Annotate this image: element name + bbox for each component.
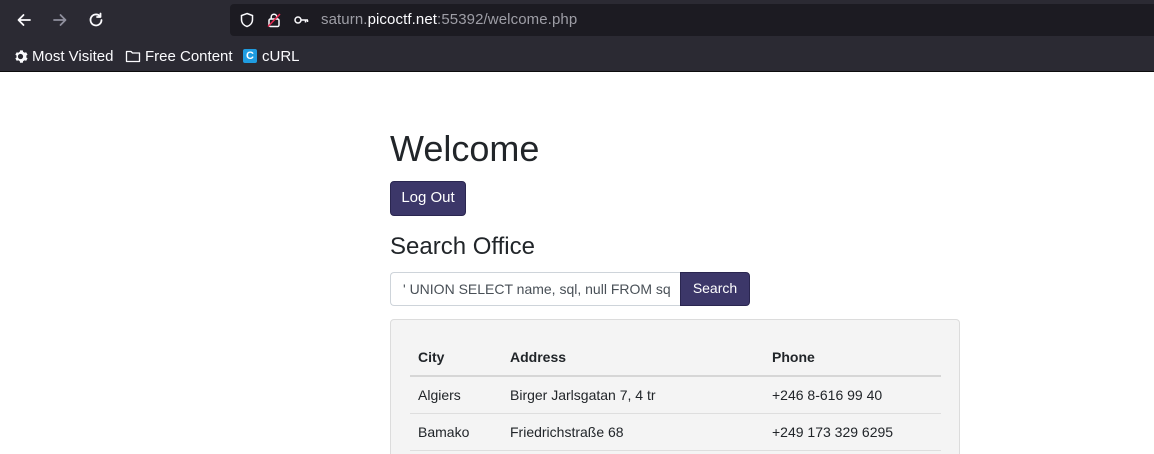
curl-badge: C <box>243 49 257 63</box>
bookmark-free-content[interactable]: Free Content <box>125 47 233 65</box>
shield-icon[interactable] <box>239 12 255 28</box>
key-icon[interactable] <box>293 12 309 28</box>
address-bar[interactable]: saturn.picoctf.net:55392/welcome.php <box>230 4 1154 36</box>
browser-toolbar: saturn.picoctf.net:55392/welcome.php <box>0 0 1154 40</box>
cell-city: Bamako <box>410 413 502 451</box>
gear-icon <box>12 48 28 64</box>
curl-icon: C <box>242 48 258 64</box>
search-input[interactable]: ' UNION SELECT name, sql, null FROM sq <box>390 272 681 306</box>
bookmark-label: Most Visited <box>32 47 114 65</box>
back-arrow-icon[interactable] <box>12 8 36 32</box>
table-header-row: City Address Phone <box>410 338 941 377</box>
column-header-address: Address <box>502 338 764 377</box>
folder-icon <box>125 48 141 64</box>
search-heading: Search Office <box>390 233 535 260</box>
forward-arrow-icon[interactable] <box>48 8 72 32</box>
url-text[interactable]: saturn.picoctf.net:55392/welcome.php <box>321 11 577 28</box>
bookmark-curl[interactable]: C cURL <box>242 47 300 65</box>
results-table: City Address Phone Algiers Birger Jarlsg… <box>410 338 941 451</box>
page-title: Welcome <box>390 128 540 169</box>
results-card: City Address Phone Algiers Birger Jarlsg… <box>390 319 960 454</box>
cell-address: Birger Jarlsgatan 7, 4 tr <box>502 376 764 414</box>
insecure-lock-icon[interactable] <box>266 12 282 28</box>
page-content: Welcome Log Out Search Office ' UNION SE… <box>0 73 1154 454</box>
column-header-city: City <box>410 338 502 377</box>
cell-city: Algiers <box>410 376 502 414</box>
bookmark-label: cURL <box>262 47 300 65</box>
cell-phone: +246 8-616 99 40 <box>764 376 941 414</box>
cell-phone: +249 173 329 6295 <box>764 413 941 451</box>
reload-icon[interactable] <box>84 8 108 32</box>
bookmark-label: Free Content <box>145 47 233 65</box>
table-row: Bamako Friedrichstraße 68 +249 173 329 6… <box>410 413 941 451</box>
bookmark-most-visited[interactable]: Most Visited <box>12 47 113 65</box>
cell-address: Friedrichstraße 68 <box>502 413 764 451</box>
logout-button[interactable]: Log Out <box>390 181 466 216</box>
column-header-phone: Phone <box>764 338 941 377</box>
bookmarks-toolbar: Most Visited Free Content C cURL <box>0 40 1154 72</box>
table-row: Algiers Birger Jarlsgatan 7, 4 tr +246 8… <box>410 376 941 414</box>
search-button[interactable]: Search <box>680 272 750 306</box>
